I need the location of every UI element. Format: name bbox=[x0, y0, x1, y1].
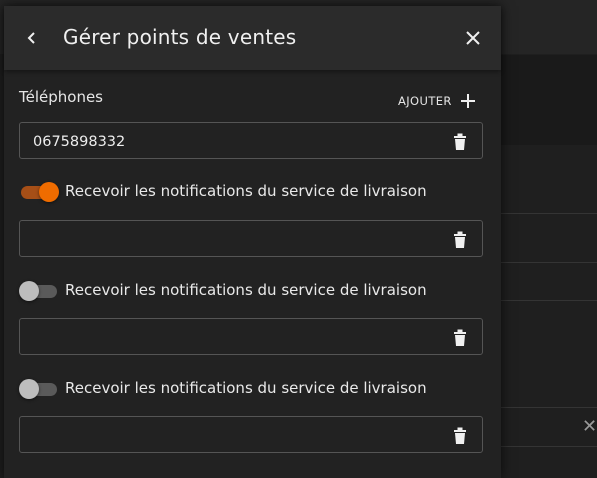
trash-icon[interactable] bbox=[452, 132, 468, 150]
notification-toggle-row: Recevoir les notifications du service de… bbox=[19, 179, 427, 203]
background-panel bbox=[500, 55, 597, 145]
toggle-thumb bbox=[39, 182, 59, 202]
toggle-thumb bbox=[19, 281, 39, 301]
plus-icon bbox=[460, 94, 475, 108]
trash-icon[interactable] bbox=[452, 426, 468, 444]
phone-input[interactable] bbox=[31, 319, 435, 356]
background-divider bbox=[500, 262, 597, 263]
add-phone-button[interactable]: AJOUTER bbox=[398, 90, 476, 112]
notification-toggle[interactable] bbox=[19, 280, 59, 301]
dialog-header: Gérer points de ventes bbox=[4, 6, 501, 70]
notification-toggle-row: Recevoir les notifications du service de… bbox=[19, 278, 427, 302]
background-divider bbox=[500, 213, 597, 214]
notification-toggle-row: Recevoir les notifications du service de… bbox=[19, 376, 427, 400]
notification-toggle-label: Recevoir les notifications du service de… bbox=[65, 281, 427, 299]
phone-field bbox=[19, 416, 483, 454]
background-close-icon[interactable]: ✕ bbox=[582, 416, 597, 437]
phones-label: Téléphones bbox=[19, 88, 103, 106]
chevron-left-icon bbox=[27, 32, 35, 44]
notification-toggle-label: Recevoir les notifications du service de… bbox=[65, 182, 427, 200]
trash-icon[interactable] bbox=[452, 328, 468, 346]
back-button[interactable] bbox=[18, 24, 46, 52]
background-divider bbox=[500, 446, 597, 447]
background-divider bbox=[500, 300, 597, 301]
phone-input[interactable] bbox=[31, 123, 435, 160]
notification-toggle[interactable] bbox=[19, 181, 59, 202]
dialog-title: Gérer points de ventes bbox=[63, 25, 297, 49]
close-button[interactable] bbox=[459, 24, 487, 52]
notification-toggle[interactable] bbox=[19, 378, 59, 399]
phone-field bbox=[19, 318, 483, 356]
add-phone-label: AJOUTER bbox=[398, 94, 452, 108]
toggle-thumb bbox=[19, 379, 39, 399]
phone-input[interactable] bbox=[31, 221, 435, 258]
notification-toggle-label: Recevoir les notifications du service de… bbox=[65, 379, 427, 397]
phone-field bbox=[19, 122, 483, 160]
close-icon bbox=[466, 31, 480, 45]
trash-icon[interactable] bbox=[452, 230, 468, 248]
manage-points-of-sale-dialog: Gérer points de ventes Téléphones AJOUTE… bbox=[4, 6, 501, 478]
phone-input[interactable] bbox=[31, 417, 435, 454]
phone-field bbox=[19, 220, 483, 258]
background-divider bbox=[500, 407, 597, 408]
